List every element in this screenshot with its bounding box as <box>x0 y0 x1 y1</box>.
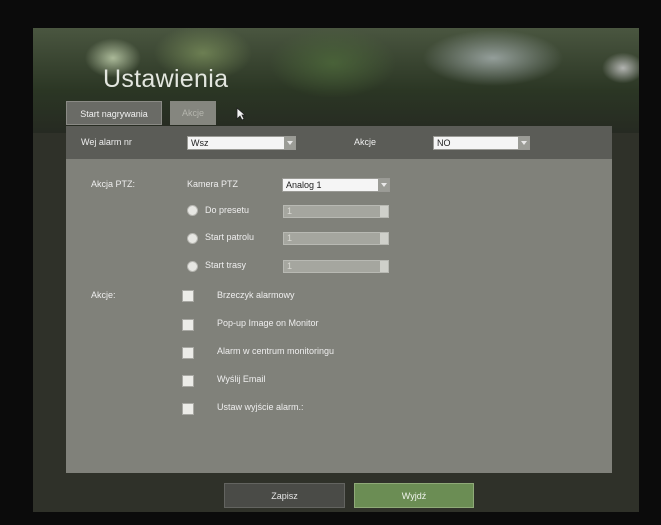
select-value: Analog 1 <box>286 180 322 190</box>
stepper-arrows-icon <box>380 233 388 244</box>
alarm-input-select[interactable]: Wsz <box>187 136 296 150</box>
preset-number-stepper[interactable]: 1 <box>283 205 389 218</box>
checkbox-monitoring-center-label: Alarm w centrum monitoringu <box>217 346 335 356</box>
patrol-number-stepper[interactable]: 1 <box>283 232 389 245</box>
actions-section-label: Akcje: <box>91 290 116 300</box>
checkbox-send-email[interactable] <box>182 375 194 387</box>
osd-screen: Ustawienia Start nagrywania Akcje Wej al… <box>33 28 639 512</box>
tab-label: Start nagrywania <box>80 109 148 119</box>
alarm-input-row: Wej alarm nr Wsz Akcje NO <box>66 126 612 159</box>
tab-start-nagrywania[interactable]: Start nagrywania <box>66 101 162 125</box>
radio-patrol-label: Start patrolu <box>205 232 255 242</box>
checkbox-popup-image-label: Pop-up Image on Monitor <box>217 318 319 328</box>
tab-label: Akcje <box>181 108 204 118</box>
mouse-pointer-icon <box>236 107 247 126</box>
route-number-stepper[interactable]: 1 <box>283 260 389 273</box>
actions-type-select[interactable]: NO <box>433 136 530 150</box>
checkbox-alarm-output-label: Ustaw wyjście alarm.: <box>217 402 304 412</box>
chevron-down-icon <box>284 137 295 149</box>
stepper-value: 1 <box>287 206 293 216</box>
checkbox-alarm-output[interactable] <box>182 403 194 415</box>
tab-akcje[interactable]: Akcje <box>170 101 216 125</box>
save-button[interactable]: Zapisz <box>224 483 345 508</box>
checkbox-buzzer-label: Brzeczyk alarmowy <box>217 290 295 300</box>
radio-patrol[interactable] <box>187 233 198 244</box>
select-value: Wsz <box>191 138 209 148</box>
ptz-camera-select[interactable]: Analog 1 <box>282 178 390 192</box>
radio-preset[interactable] <box>187 205 198 216</box>
checkbox-monitoring-center[interactable] <box>182 347 194 359</box>
select-value: NO <box>437 138 451 148</box>
stepper-arrows-icon <box>380 206 388 217</box>
ptz-action-label: Akcja PTZ: <box>91 179 136 189</box>
alarm-input-label: Wej alarm nr <box>81 137 132 147</box>
stepper-arrows-icon <box>380 261 388 272</box>
settings-panel: Wej alarm nr Wsz Akcje NO Akcja PTZ: Kam… <box>66 126 612 473</box>
checkbox-popup-image[interactable] <box>182 319 194 331</box>
stepper-value: 1 <box>287 233 293 243</box>
radio-route-label: Start trasy <box>205 260 247 270</box>
checkbox-send-email-label: Wyślij Email <box>217 374 266 384</box>
stepper-value: 1 <box>287 261 293 271</box>
page-title: Ustawienia <box>103 65 229 93</box>
chevron-down-icon <box>378 179 389 191</box>
ptz-camera-label: Kamera PTZ <box>187 179 239 189</box>
radio-route[interactable] <box>187 261 198 272</box>
exit-button[interactable]: Wyjdź <box>354 483 474 508</box>
checkbox-buzzer[interactable] <box>182 290 194 302</box>
actions-type-label: Akcje <box>354 137 377 147</box>
radio-preset-label: Do presetu <box>205 205 250 215</box>
chevron-down-icon <box>518 137 529 149</box>
